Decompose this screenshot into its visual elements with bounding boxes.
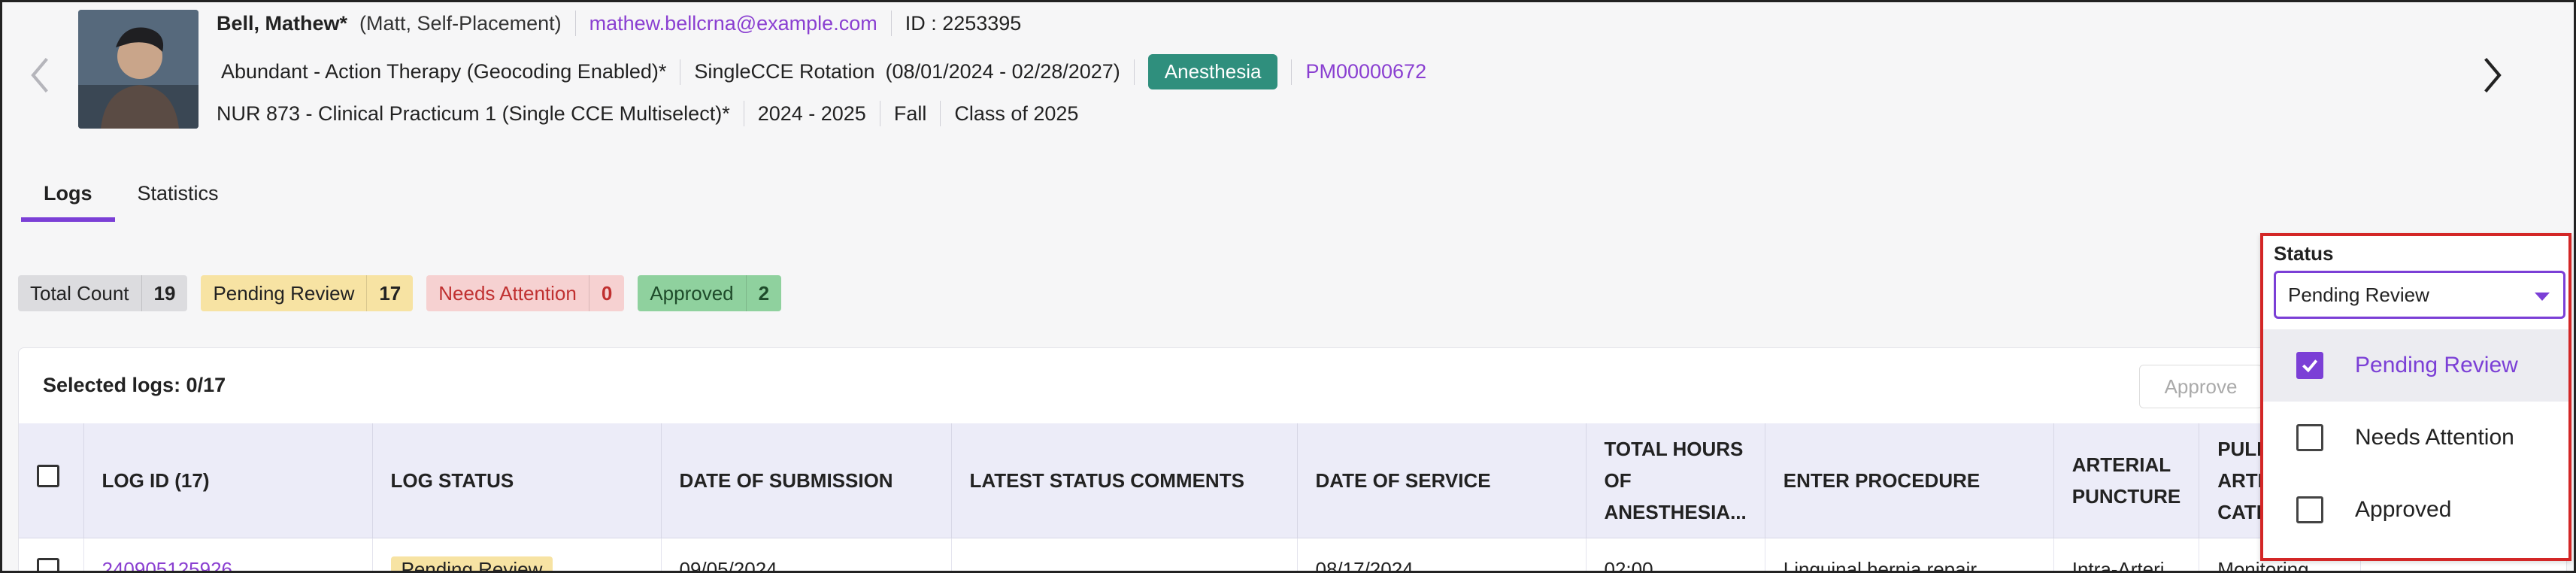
student-email-link[interactable]: mathew.bellcrna@example.com [589, 12, 877, 35]
table-row[interactable]: 240905125926 Pending Review 09/05/2024 0… [19, 538, 2362, 573]
chevron-left-icon [31, 57, 48, 93]
total-count-label: Total Count [30, 281, 129, 305]
divider [574, 11, 576, 36]
divider [890, 11, 892, 36]
column-header[interactable]: ENTER PROCEDURE [1765, 423, 2054, 538]
needs-attention-label: Needs Attention [438, 281, 577, 305]
pm-code-link[interactable]: PM00000672 [1305, 60, 1426, 83]
status-filter-label: Status [2274, 242, 2334, 265]
status-option-label: Needs Attention [2355, 425, 2514, 450]
service-date-cell: 08/17/2024 [1297, 538, 1587, 573]
placement-line: Abundant - Action Therapy (Geocoding Ena… [221, 54, 1426, 89]
column-header[interactable]: LATEST STATUS COMMENTS [951, 423, 1298, 538]
column-header[interactable]: DATE OF SERVICE [1297, 423, 1587, 538]
course-line: NUR 873 - Clinical Practicum 1 (Single C… [217, 101, 1078, 126]
checkbox-icon [2296, 424, 2323, 451]
status-option-needs-attention[interactable]: Needs Attention [2263, 402, 2568, 474]
procedure-cell: Linguinal hernia repair [1765, 538, 2054, 573]
column-header[interactable]: ARTERIAL PUNCTURE [2053, 423, 2200, 538]
course-name: NUR 873 - Clinical Practicum 1 (Single C… [217, 102, 730, 125]
student-nickname: (Matt, Self-Placement) [359, 11, 562, 35]
specialty-badge: Anesthesia [1147, 54, 1278, 89]
previous-student-arrow[interactable] [26, 53, 56, 98]
status-select-value: Pending Review [2288, 283, 2429, 306]
select-all-header [19, 423, 84, 538]
needs-attention-chip[interactable]: Needs Attention 0 [426, 275, 625, 311]
divider [1291, 59, 1293, 85]
tab-logs[interactable]: Logs [21, 177, 115, 222]
approved-value: 2 [745, 275, 781, 311]
total-count-chip[interactable]: Total Count 19 [18, 275, 188, 311]
selected-logs-text: Selected logs: 0/17 [43, 374, 226, 396]
tab-bar: Logs Statistics [21, 177, 241, 222]
class-of: Class of 2025 [954, 102, 1079, 125]
status-dropdown-menu: Pending Review Needs Attention Approved [2263, 329, 2568, 546]
approve-button[interactable]: Approve [2139, 365, 2262, 408]
pending-review-label: Pending Review [213, 281, 355, 305]
approved-chip[interactable]: Approved 2 [638, 275, 782, 311]
row-select-cell [19, 538, 84, 573]
divider [940, 101, 941, 126]
select-all-checkbox[interactable] [37, 464, 59, 487]
student-name: Bell, Mathew* [217, 11, 348, 35]
hours-cell: 02:00 [1586, 538, 1765, 573]
status-option-pending-review[interactable]: Pending Review [2263, 329, 2568, 402]
row-checkbox[interactable] [37, 557, 59, 573]
status-option-label: Approved [2355, 497, 2452, 522]
status-filter-panel: Status Pending Review Pending Review Nee… [2260, 233, 2571, 561]
student-avatar [78, 10, 199, 129]
log-status-cell: Pending Review [372, 538, 662, 573]
status-option-approved[interactable]: Approved [2263, 474, 2568, 546]
total-count-value: 19 [141, 275, 188, 311]
chevron-right-icon [2484, 57, 2502, 93]
caret-down-icon [2535, 293, 2550, 301]
status-counters: Total Count 19 Pending Review 17 Needs A… [18, 275, 782, 311]
pending-review-value: 17 [366, 275, 413, 311]
comments-cell [951, 538, 1298, 573]
term: Fall [893, 102, 927, 125]
next-student-arrow[interactable] [2477, 53, 2507, 98]
status-option-label: Pending Review [2355, 353, 2518, 377]
site-name: Abundant - Action Therapy (Geocoding Ena… [221, 60, 667, 83]
rotation-dates: (08/01/2024 - 02/28/2027) [885, 60, 1120, 83]
student-id: ID : 2253395 [905, 11, 1022, 35]
column-header[interactable]: DATE OF SUBMISSION [661, 423, 952, 538]
logs-table-card: Selected logs: 0/17 Approve LOG ID (17) … [18, 347, 2567, 573]
submission-date-cell: 09/05/2024 [661, 538, 952, 573]
checkbox-icon [2296, 496, 2323, 523]
approved-label: Approved [650, 281, 734, 305]
arterial-cell: Intra-Arteri [2053, 538, 2200, 573]
status-badge: Pending Review [390, 556, 553, 573]
rotation-name: SingleCCE Rotation [694, 60, 875, 83]
column-header[interactable]: LOG ID (17) [83, 423, 373, 538]
column-header[interactable]: LOG STATUS [372, 423, 662, 538]
logs-table: LOG ID (17) LOG STATUS DATE OF SUBMISSIO… [19, 423, 2362, 573]
pending-review-chip[interactable]: Pending Review 17 [201, 275, 414, 311]
checkbox-checked-icon [2296, 352, 2323, 379]
needs-attention-value: 0 [588, 275, 624, 311]
divider [1133, 59, 1135, 85]
student-identity-line: Bell, Mathew* (Matt, Self-Placement) mat… [217, 11, 1021, 36]
log-id-link[interactable]: 240905125926 [83, 538, 373, 573]
status-select[interactable]: Pending Review [2274, 271, 2565, 319]
table-header-row: LOG ID (17) LOG STATUS DATE OF SUBMISSIO… [19, 423, 2362, 538]
tab-statistics[interactable]: Statistics [115, 177, 241, 222]
academic-year: 2024 - 2025 [757, 102, 866, 125]
column-header[interactable]: TOTAL HOURS OF ANESTHESIA... [1586, 423, 1765, 538]
